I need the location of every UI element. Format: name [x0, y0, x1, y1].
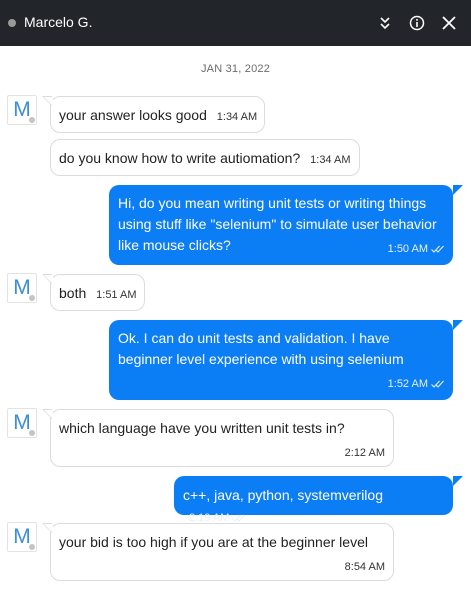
- message-text: Ok. I can do unit tests and validation. …: [118, 330, 404, 367]
- message-bubble-outgoing: Ok. I can do unit tests and validation. …: [109, 320, 463, 400]
- message-bubble-incoming: your answer looks good 1:34 AM: [42, 96, 265, 133]
- avatar-status-dot: [29, 295, 35, 301]
- contact-avatar[interactable]: M: [7, 408, 37, 438]
- contact-avatar[interactable]: M: [7, 522, 37, 552]
- chat-header: Marcelo G.: [0, 0, 471, 46]
- close-icon[interactable]: [437, 11, 461, 35]
- info-icon[interactable]: [405, 11, 429, 35]
- contact-avatar[interactable]: M: [7, 273, 37, 303]
- message-bubble-incoming: which language have you written unit tes…: [42, 409, 394, 467]
- online-status-dot: [8, 19, 16, 27]
- avatar-status-dot: [29, 430, 35, 436]
- message-bubble-incoming: your bid is too high if you are at the b…: [42, 523, 394, 581]
- message-time: 2:12 AM: [344, 447, 385, 459]
- message-time: 1:51 AM: [96, 289, 137, 301]
- message-text: which language have you written unit tes…: [59, 420, 345, 436]
- double-check-icon: [232, 514, 246, 522]
- message-time: 1:52 AM: [388, 374, 444, 395]
- message-bubble-incoming: do you know how to write autiomation? 1:…: [50, 139, 360, 176]
- avatar-status-dot: [29, 544, 35, 550]
- message-time: 1:34 AM: [216, 111, 258, 123]
- double-check-icon: [431, 380, 444, 388]
- avatar-status-dot: [29, 117, 35, 123]
- contact-name[interactable]: Marcelo G.: [24, 14, 92, 30]
- message-time: 1:50 AM: [388, 239, 444, 260]
- contact-avatar[interactable]: M: [7, 95, 37, 125]
- message-time: 8:54 AM: [344, 561, 385, 573]
- message-time: 1:34 AM: [310, 154, 351, 166]
- message-bubble-outgoing: c++, java, python, systemverilog 2:19 AM: [174, 476, 463, 524]
- message-text: your bid is too high if you are at the b…: [59, 534, 368, 550]
- message-text: do you know how to write autiomation?: [59, 150, 301, 166]
- date-separator: JAN 31, 2022: [200, 63, 271, 75]
- message-text: both: [59, 285, 87, 301]
- message-text: c++, java, python, systemverilog: [183, 487, 383, 503]
- message-bubble-outgoing: Hi, do you mean writing unit tests or wr…: [109, 185, 463, 265]
- message-text: your answer looks good: [59, 107, 207, 123]
- message-bubble-incoming: both 1:51 AM: [42, 274, 145, 311]
- double-check-icon: [431, 245, 444, 253]
- minimize-icon[interactable]: [373, 11, 397, 35]
